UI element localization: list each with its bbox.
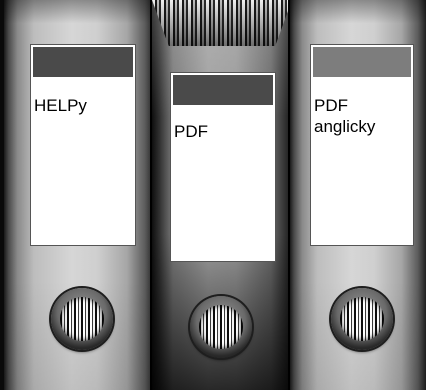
binder-label-line1: PDF [174,122,208,141]
binder-label-card: HELPy [30,44,136,246]
label-color-stripe [33,47,133,77]
binder-label-text: HELPy [34,95,87,116]
binder-label-line2: anglicky [314,117,376,136]
binder-ring-icon[interactable] [51,288,113,350]
binder-pages-top [152,0,292,46]
finger-hole [340,297,384,341]
label-color-stripe [313,47,411,77]
binder-label-card: PDF [170,72,276,262]
binder-label-text: PDF [174,121,208,142]
binder-helpy[interactable]: HELPy [4,0,154,390]
finger-hole [60,297,104,341]
binder-label-line1: HELPy [34,96,87,115]
binder-label-card: PDF anglicky [310,44,414,246]
binder-ring-icon[interactable] [190,296,252,358]
binder-pdf[interactable]: PDF [152,0,292,390]
label-color-stripe [173,75,273,105]
binder-pdf-anglicky[interactable]: PDF anglicky [290,0,426,390]
binder-label-line1: PDF [314,96,348,115]
binder-ring-icon[interactable] [331,288,393,350]
finger-hole [199,305,243,349]
binder-label-text: PDF anglicky [314,95,375,137]
binder-shelf: HELPy PDF PDF anglicky [0,0,426,390]
